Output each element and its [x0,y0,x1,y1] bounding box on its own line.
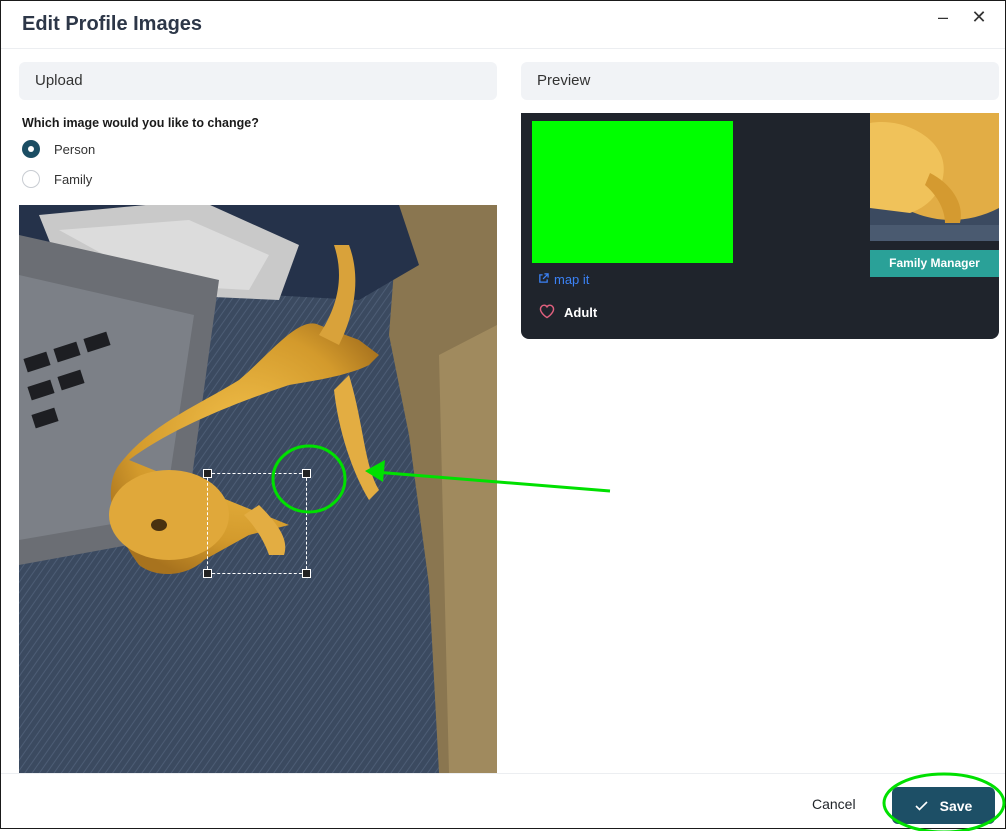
radio-person[interactable]: Person [22,140,95,158]
preview-card: map it Adult Family Manager [521,113,999,339]
radio-unselected-icon[interactable] [22,170,40,188]
upload-header-label: Upload [35,72,83,89]
image-choice-question: Which image would you like to change? [22,116,259,130]
profile-thumbnail [870,113,999,241]
map-it-link[interactable]: map it [538,272,589,287]
dialog-title: Edit Profile Images [22,13,203,35]
save-label: Save [939,797,973,814]
external-link-icon [538,272,549,287]
crop-handle-tr[interactable] [302,469,311,478]
upload-header: Upload [19,62,497,100]
radio-family-label: Family [54,171,93,187]
cancel-button[interactable]: Cancel [812,796,856,812]
preview-header-label: Preview [537,72,591,89]
checkmark-icon [915,798,928,814]
save-button[interactable]: Save [892,787,995,824]
adult-label: Adult [564,305,598,320]
footer-divider [1,773,1005,774]
heart-icon [538,303,556,322]
adult-tag: Adult [538,303,597,322]
crop-selection[interactable] [203,469,311,578]
minimize-button[interactable]: – [932,6,954,28]
thumbnail-illustration [870,113,999,241]
radio-person-label: Person [54,141,96,157]
radio-family[interactable]: Family [22,170,92,188]
preview-header: Preview [521,62,999,100]
title-divider [1,48,1005,49]
radio-selected-icon[interactable] [22,140,40,158]
map-it-label[interactable]: map it [554,272,589,287]
crop-handle-br[interactable] [302,569,311,578]
crop-handle-tl[interactable] [203,469,212,478]
close-button[interactable]: ✕ [968,6,990,28]
family-manager-badge: Family Manager [870,250,999,277]
map-image-placeholder [532,121,733,263]
crop-handle-bl[interactable] [203,569,212,578]
